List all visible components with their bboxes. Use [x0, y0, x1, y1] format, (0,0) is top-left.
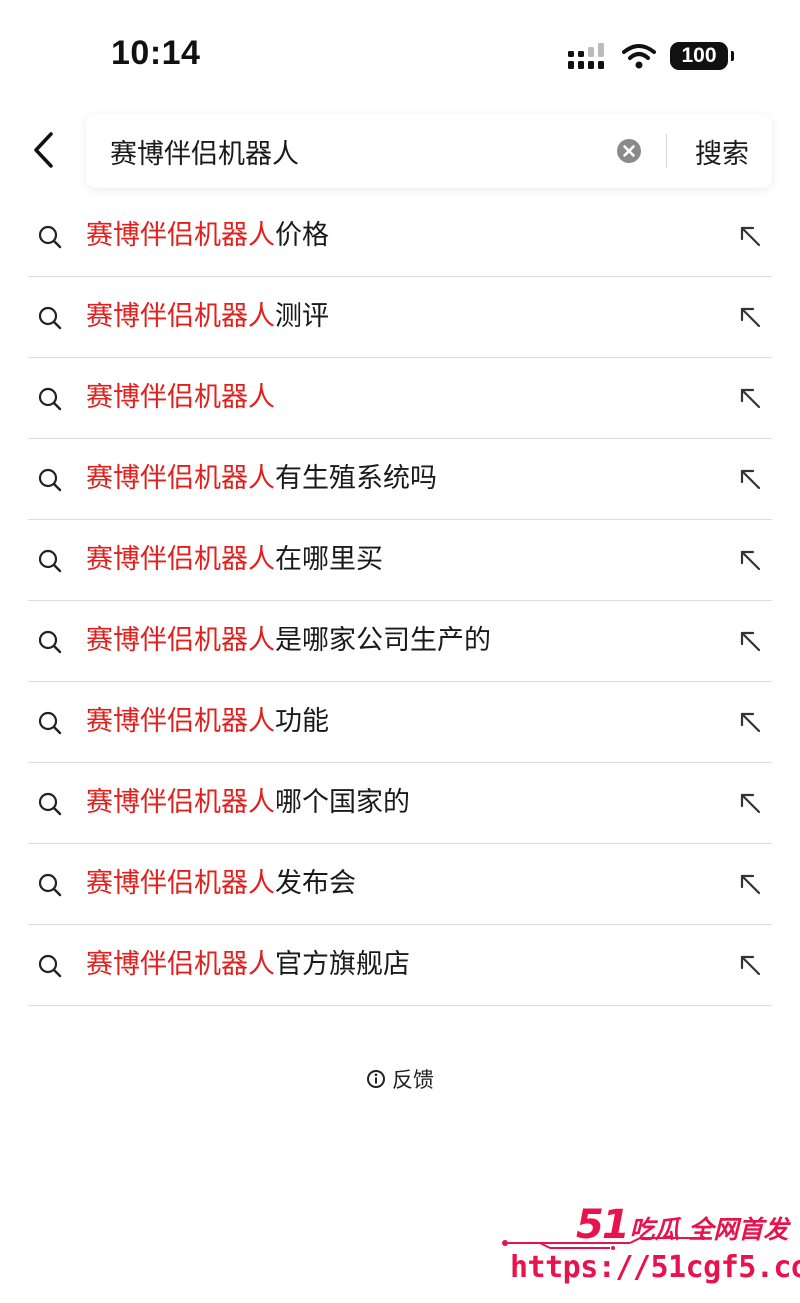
fill-query-arrow-icon[interactable] [738, 467, 764, 493]
suggestion-highlight: 赛博伴侣机器人 [86, 706, 275, 737]
fill-query-arrow-icon[interactable] [738, 791, 764, 817]
suggestion-highlight: 赛博伴侣机器人 [86, 301, 275, 332]
search-icon [38, 873, 62, 897]
watermark-url: https://51cgf5.com [510, 1250, 800, 1285]
status-bar: 10:14 100 [0, 0, 800, 110]
suggestion-item[interactable]: 赛博伴侣机器人哪个国家的 [28, 763, 772, 844]
suggestion-item[interactable]: 赛博伴侣机器人在哪里买 [28, 520, 772, 601]
suggestion-item[interactable]: 赛博伴侣机器人发布会 [28, 844, 772, 925]
suggestion-highlight: 赛博伴侣机器人 [86, 382, 275, 413]
fill-query-arrow-icon[interactable] [738, 548, 764, 574]
watermark: 51吃瓜 全网首发 https://51cgf5.com [500, 1192, 800, 1296]
suggestion-text: 赛博伴侣机器人价格 [86, 196, 329, 276]
fill-query-arrow-icon[interactable] [738, 872, 764, 898]
suggestion-text: 赛博伴侣机器人 [86, 358, 275, 438]
fill-query-arrow-icon[interactable] [738, 224, 764, 250]
suggestion-suffix: 在哪里买 [275, 544, 383, 575]
suggestion-text: 赛博伴侣机器人哪个国家的 [86, 763, 410, 843]
search-icon [38, 549, 62, 573]
suggestion-highlight: 赛博伴侣机器人 [86, 949, 275, 980]
search-icon [38, 630, 62, 654]
status-time: 10:14 [111, 34, 201, 72]
suggestion-item[interactable]: 赛博伴侣机器人功能 [28, 682, 772, 763]
search-submit-button[interactable]: 搜索 [676, 114, 768, 188]
suggestion-text: 赛博伴侣机器人功能 [86, 682, 329, 762]
suggestion-suffix: 哪个国家的 [275, 787, 410, 818]
search-divider [666, 134, 667, 168]
suggestion-suffix: 发布会 [275, 868, 356, 899]
suggestion-suffix: 价格 [275, 220, 329, 251]
chevron-left-icon [34, 132, 53, 168]
suggestion-suffix: 官方旗舰店 [275, 949, 410, 980]
search-icon [38, 387, 62, 411]
suggestion-text: 赛博伴侣机器人是哪家公司生产的 [86, 601, 491, 681]
fill-query-arrow-icon[interactable] [738, 386, 764, 412]
suggestion-highlight: 赛博伴侣机器人 [86, 544, 275, 575]
suggestion-text: 赛博伴侣机器人有生殖系统吗 [86, 439, 437, 519]
suggestion-text: 赛博伴侣机器人测评 [86, 277, 329, 357]
suggestion-suffix: 功能 [275, 706, 329, 737]
suggestion-item[interactable]: 赛博伴侣机器人是哪家公司生产的 [28, 601, 772, 682]
suggestion-suffix: 测评 [275, 301, 329, 332]
search-input[interactable] [110, 114, 600, 188]
back-button[interactable] [24, 128, 64, 172]
battery-indicator: 100 [670, 42, 734, 70]
suggestion-item[interactable]: 赛博伴侣机器人价格 [28, 196, 772, 277]
fill-query-arrow-icon[interactable] [738, 710, 764, 736]
search-icon [38, 225, 62, 249]
suggestion-list: 赛博伴侣机器人价格 赛博伴侣机器人测评 赛博伴侣机器人 赛博伴侣机器人有生殖系统吗 赛博… [0, 196, 800, 1006]
suggestion-highlight: 赛博伴侣机器人 [86, 625, 275, 656]
wifi-icon [622, 44, 656, 69]
search-icon [38, 711, 62, 735]
status-icons: 100 [568, 42, 734, 70]
feedback-link[interactable]: 反馈 [0, 1064, 800, 1094]
clear-circle-icon[interactable] [616, 138, 642, 164]
suggestion-item[interactable]: 赛博伴侣机器人官方旗舰店 [28, 925, 772, 1006]
fill-query-arrow-icon[interactable] [738, 629, 764, 655]
search-icon [38, 792, 62, 816]
suggestion-text: 赛博伴侣机器人官方旗舰店 [86, 925, 410, 1005]
feedback-label: 反馈 [392, 1068, 434, 1092]
search-header: 搜索 [0, 110, 800, 192]
suggestion-highlight: 赛博伴侣机器人 [86, 463, 275, 494]
suggestion-item[interactable]: 赛博伴侣机器人 [28, 358, 772, 439]
suggestion-item[interactable]: 赛博伴侣机器人有生殖系统吗 [28, 439, 772, 520]
fill-query-arrow-icon[interactable] [738, 953, 764, 979]
watermark-circuit-line [502, 1236, 705, 1250]
suggestion-highlight: 赛博伴侣机器人 [86, 787, 275, 818]
suggestion-highlight: 赛博伴侣机器人 [86, 220, 275, 251]
suggestion-text: 赛博伴侣机器人发布会 [86, 844, 356, 924]
search-box: 搜索 [86, 114, 772, 188]
fill-query-arrow-icon[interactable] [738, 305, 764, 331]
suggestion-text: 赛博伴侣机器人在哪里买 [86, 520, 383, 600]
search-icon [38, 306, 62, 330]
suggestion-suffix: 是哪家公司生产的 [275, 625, 491, 656]
suggestion-highlight: 赛博伴侣机器人 [86, 868, 275, 899]
cellular-signal-icon [568, 43, 604, 69]
suggestion-item[interactable]: 赛博伴侣机器人测评 [28, 277, 772, 358]
search-icon [38, 468, 62, 492]
info-circle-icon [367, 1070, 385, 1088]
suggestion-suffix: 有生殖系统吗 [275, 463, 437, 494]
search-icon [38, 954, 62, 978]
